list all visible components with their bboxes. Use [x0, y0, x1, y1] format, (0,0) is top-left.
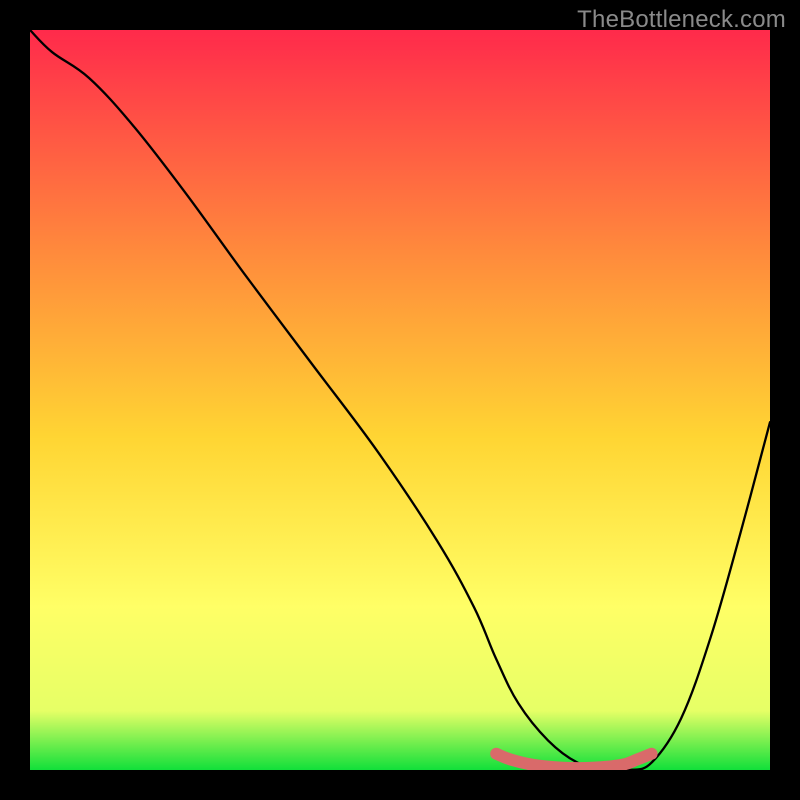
chart-plot: [30, 30, 770, 770]
chart-background: [30, 30, 770, 770]
chart-svg: [30, 30, 770, 770]
chart-frame: TheBottleneck.com: [0, 0, 800, 800]
